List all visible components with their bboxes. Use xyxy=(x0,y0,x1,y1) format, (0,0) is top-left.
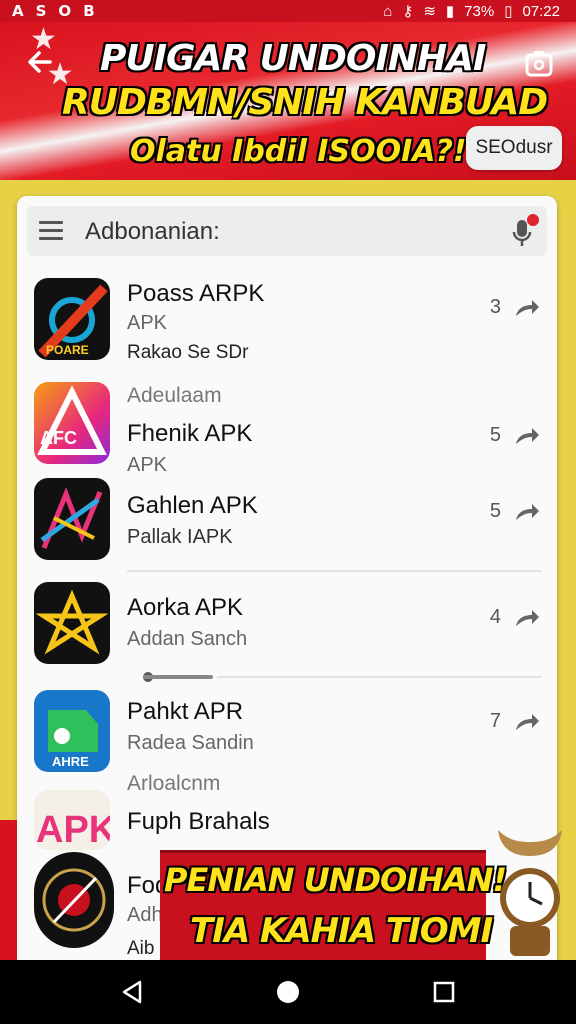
app-subtitle-2: Rakao Se SDr xyxy=(127,342,249,363)
app-subtitle: Radea Sandin xyxy=(127,732,254,754)
recents-icon[interactable] xyxy=(430,978,458,1006)
hero-banner: ★ ★ PUIGAR UNDOINHAI RUDBMN/SNIH KANBUAD… xyxy=(0,22,576,180)
navigation-bar xyxy=(0,960,576,1024)
notification-b-icon: B xyxy=(83,2,95,20)
svg-text:POARE: POARE xyxy=(46,343,89,357)
app-name: Fuph Brahals xyxy=(127,808,270,835)
system-icons: ⌂ ⚷ ≋ ▮ 73% ▯ 07:22 xyxy=(383,2,560,21)
key-icon: ⚷ xyxy=(402,3,414,20)
promo-line-1: PENIAN UNDOIHAN! xyxy=(164,861,507,899)
notification-s-icon: S xyxy=(35,2,47,20)
section-label: Adeulaam xyxy=(127,384,222,407)
notification-o-icon: O xyxy=(58,2,72,20)
search-bar[interactable]: Adbonanian: xyxy=(27,206,547,256)
flag-decoration xyxy=(0,820,17,960)
hero-title: PUIGAR UNDOINHAI xyxy=(100,38,486,79)
promo-line-2: TIA KAHIA TIOMI xyxy=(190,911,493,951)
wifi-icon: ≋ xyxy=(423,3,436,20)
status-bar: A S O B ⌂ ⚷ ≋ ▮ 73% ▯ 07:22 xyxy=(0,0,576,22)
scroll-indicator[interactable] xyxy=(143,675,213,679)
hero-chip-button[interactable]: SEOdusr xyxy=(466,126,562,170)
share-icon[interactable] xyxy=(513,296,541,320)
home-notif-icon: ⌂ xyxy=(383,2,393,20)
app-name: Aorka APK xyxy=(127,594,244,621)
app-count: 5 xyxy=(489,500,501,522)
notification-a-icon: A xyxy=(12,2,24,20)
clock-mascot-icon xyxy=(488,820,572,960)
notification-icons: A S O B xyxy=(12,2,95,20)
clock-time: 07:22 xyxy=(522,2,560,20)
share-icon[interactable] xyxy=(513,710,541,734)
share-icon[interactable] xyxy=(513,606,541,630)
hero-subtitle: RUDBMN/SNIH KANBUAD xyxy=(62,82,548,123)
app-count: 7 xyxy=(489,710,501,732)
camera-icon xyxy=(525,51,553,77)
battery-percent: 73% xyxy=(464,2,495,20)
app-name: Pahkt APR xyxy=(127,698,244,725)
app-icon xyxy=(34,852,114,948)
app-name: Gahlen APK xyxy=(127,492,258,519)
mic-button[interactable] xyxy=(511,214,539,248)
app-name: Poass ARPK xyxy=(127,280,265,307)
menu-icon[interactable] xyxy=(39,221,63,241)
share-icon[interactable] xyxy=(513,500,541,524)
share-icon[interactable] xyxy=(513,424,541,448)
app-name: Fhenik APK xyxy=(127,420,253,447)
app-count: 4 xyxy=(489,606,501,628)
app-icon: APK xyxy=(34,790,110,850)
app-count: 3 xyxy=(489,296,501,318)
home-icon[interactable] xyxy=(274,978,302,1006)
app-icon: AFC xyxy=(34,382,110,464)
app-icon: POARE xyxy=(34,278,110,360)
arrow-left-icon xyxy=(28,51,52,73)
svg-text:AFC: AFC xyxy=(40,428,77,448)
promo-banner[interactable]: PENIAN UNDOIHAN! TIA KAHIA TIOMI xyxy=(160,850,507,961)
divider xyxy=(217,676,542,678)
app-subtitle-2: Aib xyxy=(127,938,155,959)
signal-icon: ▮ xyxy=(445,3,455,20)
search-input[interactable]: Adbonanian: xyxy=(85,218,220,246)
divider xyxy=(127,570,542,572)
battery-icon: ▯ xyxy=(504,3,513,20)
app-subtitle: Adh xyxy=(127,904,163,926)
hero-tagline: Olatu Ibdil ISOOIA?! xyxy=(130,134,467,169)
svg-text:AHRE: AHRE xyxy=(52,754,89,769)
app-icon: AHRE xyxy=(34,690,110,772)
app-icon xyxy=(34,582,110,664)
app-subtitle: APK xyxy=(127,312,168,334)
app-subtitle: APK xyxy=(127,454,168,476)
back-icon[interactable] xyxy=(118,978,146,1006)
app-count: 5 xyxy=(489,424,501,446)
app-icon xyxy=(34,478,110,560)
app-subtitle: Addan Sanch xyxy=(127,628,248,650)
back-button[interactable] xyxy=(22,44,58,80)
svg-text:APK: APK xyxy=(36,809,110,850)
section-label: Arloalcnm xyxy=(127,772,221,795)
camera-button[interactable] xyxy=(522,46,556,80)
mic-badge xyxy=(527,214,539,226)
app-subtitle: Pallak IAPK xyxy=(127,526,233,548)
